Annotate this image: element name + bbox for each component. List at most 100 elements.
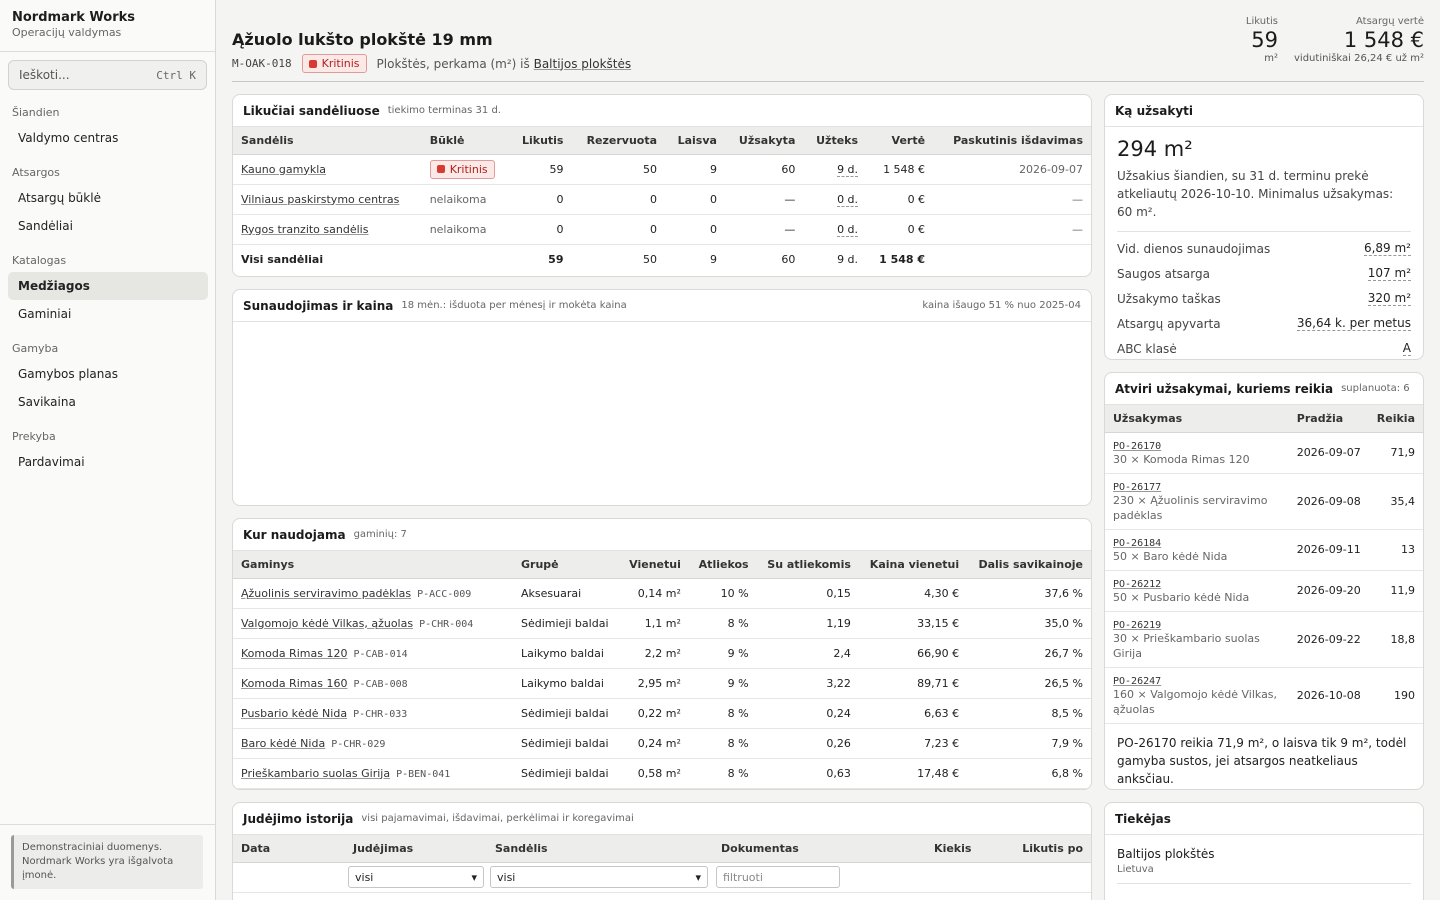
cell: —	[724, 214, 804, 245]
col-header[interactable]: Užsakymas	[1105, 405, 1289, 433]
cell: nelaikoma	[421, 184, 510, 215]
nav-item-gaminiai[interactable]: Gaminiai	[8, 300, 208, 328]
cell: —	[724, 184, 804, 215]
warehouse-filter-select[interactable]: visi ▾	[490, 866, 708, 888]
cell: 0,63	[756, 758, 859, 789]
order-stat-row: Atsargų apyvarta 36,64 k. per metus	[1105, 311, 1423, 336]
col-header[interactable]: Užsakyta	[724, 127, 804, 155]
nav-item-valdymo-centras[interactable]: Valdymo centras	[8, 124, 208, 152]
col-header[interactable]: Vertė	[866, 127, 934, 155]
order-link[interactable]: PO-26170	[1113, 441, 1161, 452]
cell: 1,1 m²	[619, 608, 689, 639]
col-header[interactable]: Dalis savikainoje	[967, 551, 1091, 579]
cell: 71,9	[1368, 432, 1423, 474]
table-row: PO-26170 30 × Komoda Rimas 120 2026-09-07…	[1105, 432, 1423, 474]
where-used-card: Kur naudojama gaminių: 7 Gaminys Grupė V…	[232, 518, 1092, 790]
product-link[interactable]: Komoda Rimas 120	[241, 647, 347, 660]
cell: 0,22 m²	[619, 698, 689, 729]
cell: 37,6 %	[967, 578, 1091, 609]
order-link[interactable]: PO-26184	[1113, 538, 1161, 549]
usage-note: kaina išaugo 51 % nuo 2025-04	[922, 300, 1081, 311]
nav-item-pardavimai[interactable]: Pardavimai	[8, 448, 208, 476]
order-stat-row: ABC klasė A	[1105, 336, 1423, 359]
col-header[interactable]: Judėjimas	[345, 835, 487, 863]
material-code: M-OAK-018	[232, 57, 292, 70]
col-header[interactable]: Būklė	[421, 127, 510, 155]
order-link[interactable]: PO-26212	[1113, 579, 1161, 590]
col-header[interactable]: Kiekis	[901, 835, 980, 863]
stat-value: 320 m²	[1367, 291, 1411, 306]
col-header[interactable]: Pradžia	[1288, 405, 1369, 433]
product-code: P-CHR-004	[419, 618, 474, 630]
nav-item-savikaina[interactable]: Savikaina	[8, 388, 208, 416]
order-title: Ką užsakyti	[1115, 103, 1193, 118]
cell: 2026-09-07	[933, 154, 1091, 185]
col-header[interactable]: Reikia	[1368, 405, 1423, 433]
demo-note: Demonstraciniai duomenys. Nordmark Works…	[11, 835, 203, 889]
col-header[interactable]: Sandėlis	[487, 835, 713, 863]
table-row: Komoda Rimas 160 P-CAB-008 Laikymo baldai…	[233, 668, 1091, 699]
col-header[interactable]: Kaina vienetui	[858, 551, 968, 579]
col-header[interactable]: Likutis po	[979, 835, 1091, 863]
cell: 33,15 €	[858, 608, 968, 639]
movement-filter-select[interactable]: visi ▾	[348, 866, 484, 888]
col-header[interactable]: Atliekos	[688, 551, 757, 579]
nav-item-medziagos[interactable]: Medžiagos	[8, 272, 208, 300]
stat-value: A	[1402, 341, 1411, 356]
col-header[interactable]: Vienetui	[619, 551, 689, 579]
cell: 13	[1368, 529, 1423, 571]
col-header[interactable]: Paskutinis išdavimas	[933, 127, 1091, 155]
nav-item-gamybos-planas[interactable]: Gamybos planas	[8, 360, 208, 388]
cell: 1,19	[756, 608, 859, 639]
stock-title: Likučiai sandėliuose	[243, 103, 380, 118]
supplier-link[interactable]: Baltijos plokštės	[534, 57, 632, 71]
cell: 2026-09-20	[1288, 570, 1369, 612]
col-header[interactable]: Grupė	[513, 551, 620, 579]
warehouse-link[interactable]: Vilniaus paskirstymo centras	[241, 193, 399, 206]
cell: 4,30 €	[858, 578, 968, 609]
main: Ąžuolo lukšto plokštė 19 mm M-OAK-018 Kr…	[216, 0, 1440, 900]
product-link[interactable]: Ąžuolinis serviravimo padėklas	[241, 587, 411, 600]
cell: 6,8 %	[967, 758, 1091, 789]
table-row: Komoda Rimas 120 P-CAB-014 Laikymo baldai…	[233, 638, 1091, 669]
col-header[interactable]: Likutis	[509, 127, 572, 155]
col-header[interactable]: Užteks	[803, 127, 867, 155]
order-link[interactable]: PO-26177	[1113, 482, 1161, 493]
cell: 11,9	[1368, 570, 1423, 612]
cell: 2026-09-22	[1288, 611, 1369, 668]
product-link[interactable]: Baro kėdė Nida	[241, 737, 325, 750]
cell: 0 d.	[837, 192, 859, 207]
warehouse-link[interactable]: Kauno gamykla	[241, 163, 326, 176]
product-link[interactable]: Komoda Rimas 160	[241, 677, 347, 690]
col-header[interactable]: Rezervuota	[571, 127, 666, 155]
cell: Sėdimieji baldai	[513, 758, 620, 789]
product-link[interactable]: Valgomojo kėdė Vilkas, ąžuolas	[241, 617, 413, 630]
usage-chart-area	[233, 322, 1091, 505]
supplier-name[interactable]: Baltijos plokštės	[1117, 847, 1411, 861]
open-orders-subtitle: suplanuota: 6	[1341, 383, 1410, 394]
nav-item-sandeliai[interactable]: Sandėliai	[8, 212, 208, 240]
order-link[interactable]: PO-26247	[1113, 676, 1161, 687]
search-input[interactable]: Ieškoti... Ctrl K	[8, 60, 207, 90]
cell: 50	[571, 243, 666, 274]
product-link[interactable]: Pusbario kėdė Nida	[241, 707, 347, 720]
usage-card: Sunaudojimas ir kaina 18 mėn.: išduota p…	[232, 289, 1092, 506]
document-filter-input[interactable]: filtruoti	[716, 866, 840, 888]
col-header[interactable]: Gaminys	[233, 551, 513, 579]
warehouse-link[interactable]: Rygos tranzito sandėlis	[241, 223, 368, 236]
table-row: PO-26177 230 × Ąžuolinis serviravimo padė…	[1105, 473, 1423, 530]
col-header[interactable]: Su atliekomis	[756, 551, 859, 579]
col-header[interactable]: Dokumentas	[713, 835, 902, 863]
order-text: Užsakius šiandien, su 31 d. terminu prek…	[1117, 169, 1394, 219]
cell: 35,4	[1368, 473, 1423, 530]
col-header[interactable]: Laisva	[665, 127, 725, 155]
cell: 0,24	[756, 698, 859, 729]
product-code: P-CAB-008	[353, 678, 408, 690]
cell: 9 %	[688, 638, 757, 669]
nav-item-atsargu-bukle[interactable]: Atsargų būklė	[8, 184, 208, 212]
col-header[interactable]: Data	[233, 835, 345, 863]
product-link[interactable]: Prieškambario suolas Girija	[241, 767, 390, 780]
order-link[interactable]: PO-26219	[1113, 620, 1161, 631]
table-row: PO-26219 30 × Prieškambario suolas Girija…	[1105, 611, 1423, 668]
col-header[interactable]: Sandėlis	[233, 127, 422, 155]
